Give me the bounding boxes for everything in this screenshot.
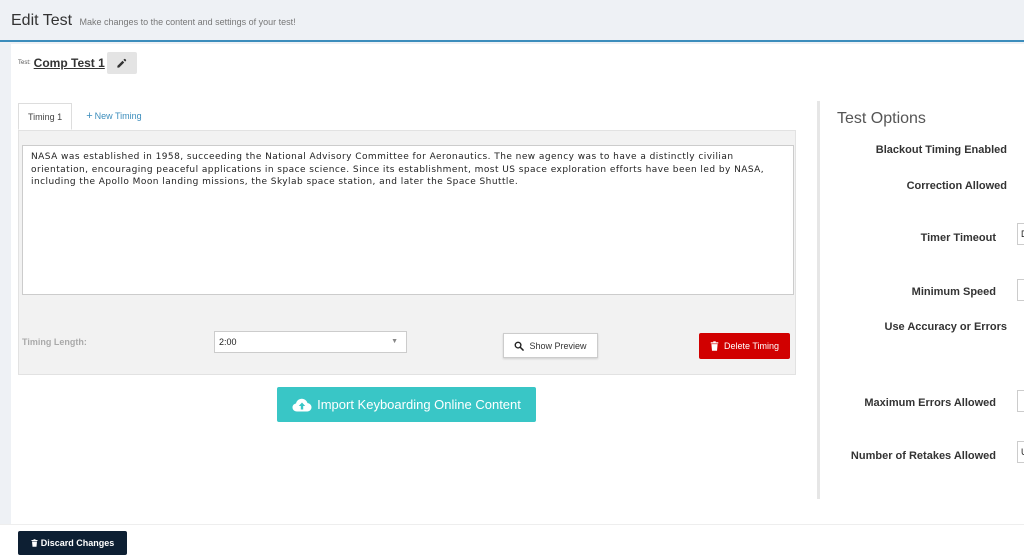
import-content-label: Import Keyboarding Online Content — [317, 397, 521, 412]
timing-tabs: Timing 1 + New Timing — [18, 103, 151, 130]
cloud-upload-icon — [292, 398, 312, 412]
test-name[interactable]: Comp Test 1 — [34, 56, 105, 70]
option-retakes-label: Number of Retakes Allowed — [850, 450, 996, 462]
timing-length-label: Timing Length: — [22, 337, 87, 347]
timing-length-select[interactable]: 2:00 ▼ — [214, 331, 407, 353]
timing-panel: NASA was established in 1958, succeeding… — [18, 130, 796, 375]
trash-icon — [710, 341, 719, 351]
timing-passage-textarea[interactable]: NASA was established in 1958, succeeding… — [22, 145, 794, 295]
timer-timeout-select[interactable]: D — [1017, 223, 1024, 245]
option-correction-allowed-label: Correction Allowed — [906, 180, 1007, 192]
options-divider — [817, 101, 820, 499]
timing-length-value: 2:00 — [219, 337, 237, 347]
edit-test-name-button[interactable] — [106, 52, 137, 74]
tab-new-timing[interactable]: + New Timing — [72, 103, 150, 130]
option-minimum-speed-label: Minimum Speed — [911, 286, 996, 298]
page-footer: Discard Changes — [0, 524, 1024, 555]
discard-changes-button[interactable]: Discard Changes — [18, 531, 127, 555]
main-content: Test: Comp Test 1 Timing 1 + New Timing N… — [11, 44, 1024, 524]
option-blackout-timing-label: Blackout Timing Enabled — [875, 144, 1007, 156]
max-errors-input[interactable] — [1017, 390, 1024, 412]
page-header: Edit Test Make changes to the content an… — [0, 0, 1024, 42]
page-subtitle: Make changes to the content and settings… — [79, 17, 296, 27]
test-options-title: Test Options — [837, 110, 926, 127]
caret-down-icon: ▼ — [391, 338, 398, 345]
option-accuracy-errors-label: Use Accuracy or Errors — [884, 321, 1008, 333]
search-icon — [514, 341, 525, 351]
retakes-select[interactable]: U — [1017, 441, 1024, 463]
option-max-errors-label: Maximum Errors Allowed — [864, 397, 996, 409]
delete-timing-label: Delete Timing — [723, 341, 780, 351]
tab-label: Timing 1 — [28, 112, 63, 122]
show-preview-button[interactable]: Show Preview — [503, 333, 598, 358]
minimum-speed-input[interactable] — [1017, 279, 1024, 301]
discard-changes-label: Discard Changes — [40, 538, 115, 548]
pencil-icon — [116, 58, 127, 69]
tab-timing-1[interactable]: Timing 1 — [18, 103, 73, 130]
plus-icon: + — [86, 110, 93, 122]
trash-icon — [31, 539, 38, 547]
option-timer-timeout-label: Timer Timeout — [920, 232, 996, 244]
import-content-button[interactable]: Import Keyboarding Online Content — [277, 387, 536, 422]
test-name-row: Test: Comp Test 1 — [18, 52, 137, 74]
delete-timing-button[interactable]: Delete Timing — [699, 333, 790, 359]
page-title-text: Edit Test — [11, 12, 73, 29]
test-name-label: Test: — [18, 60, 31, 66]
page-title: Edit Test Make changes to the content an… — [11, 12, 296, 30]
tab-label: New Timing — [94, 111, 142, 121]
show-preview-label: Show Preview — [529, 340, 587, 351]
